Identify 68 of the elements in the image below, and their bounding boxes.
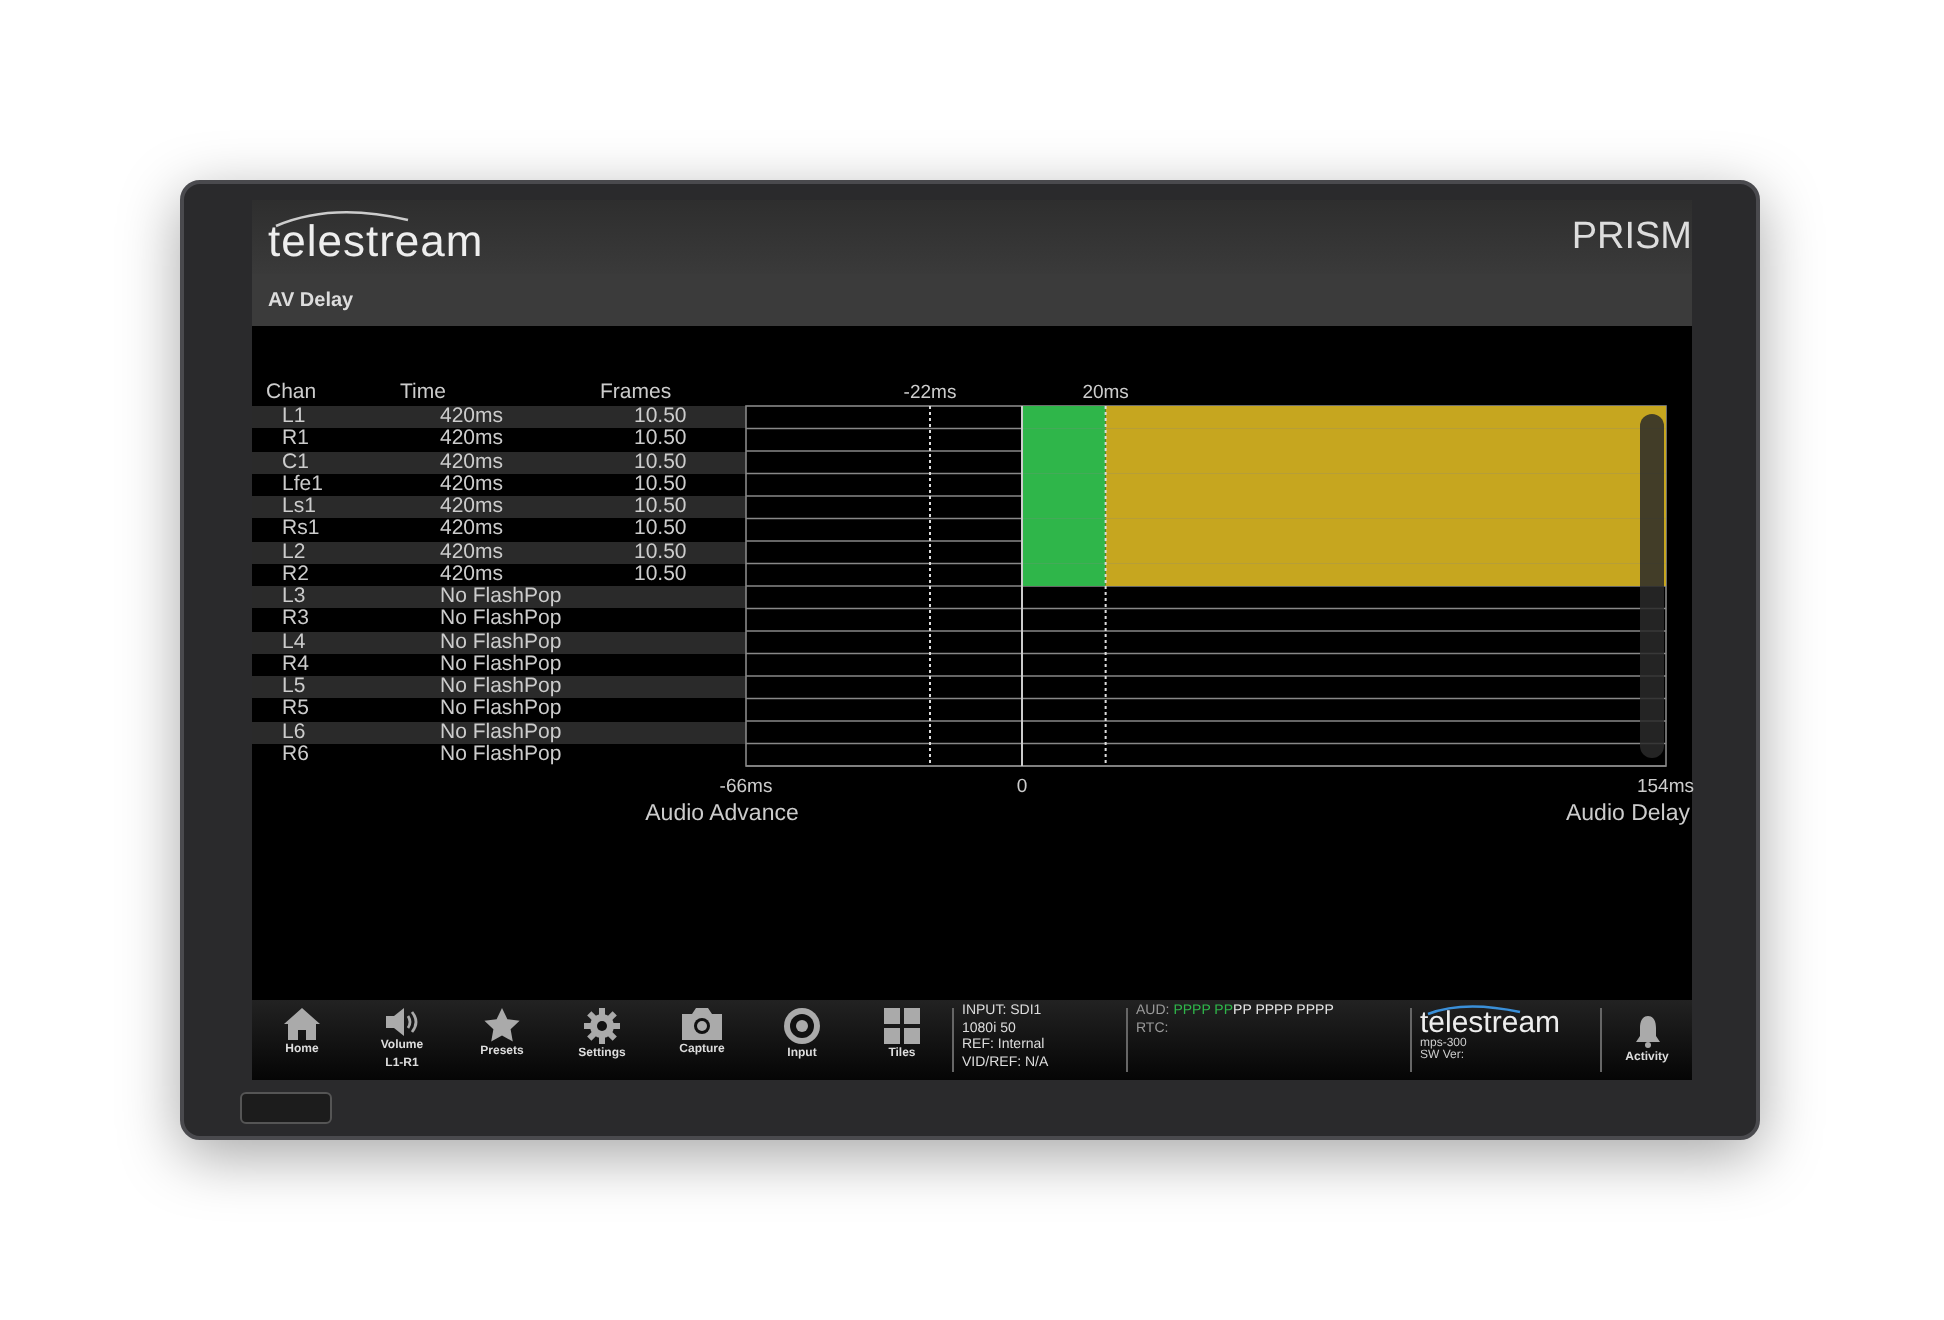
frames-value: 10.50 [634, 518, 689, 541]
channel-name: L2 [282, 541, 308, 564]
time-value: 420ms [440, 428, 506, 451]
frames-value: 10.50 [634, 428, 689, 451]
time-value: 420ms [440, 451, 506, 474]
channel-name: R2 [282, 563, 311, 586]
time-value: No FlashPop [440, 653, 564, 676]
channel-name: R4 [282, 653, 311, 676]
channel-name: L3 [282, 586, 308, 609]
in-tolerance-bar [1022, 541, 1106, 564]
panel-title: AV Delay [268, 289, 354, 311]
axis-tick-label: 154ms [1636, 776, 1694, 798]
channel-name: R3 [282, 608, 311, 631]
channel-name: Rs1 [282, 518, 322, 541]
time-value: 420ms [440, 473, 506, 496]
time-value: 420ms [440, 518, 506, 541]
axis-title: Audio Advance [645, 802, 799, 826]
frames-value: 10.50 [634, 563, 689, 586]
channel-name: R5 [282, 698, 311, 721]
star-icon [484, 1008, 520, 1042]
channel-name: L5 [282, 676, 308, 699]
time-value: No FlashPop [440, 631, 564, 653]
time-value: 420ms [440, 496, 506, 519]
scrollbar[interactable] [1640, 414, 1664, 758]
axis-title: Audio Delay [1565, 802, 1690, 826]
channel-name: R1 [282, 428, 311, 451]
time-value: 420ms [440, 406, 506, 429]
frames-value: 10.50 [634, 473, 689, 496]
column-header: Frames [600, 379, 674, 403]
time-value: No FlashPop [440, 698, 564, 721]
frames-value: 10.50 [634, 406, 689, 429]
channel-name: L4 [282, 631, 308, 654]
bell-icon [1633, 1016, 1661, 1048]
axis-tick-label: 0 [1016, 776, 1028, 798]
camera-icon [682, 1008, 722, 1040]
channel-name: C1 [282, 451, 311, 474]
speaker-icon [384, 1008, 420, 1036]
brand-logo: telestream [1420, 1004, 1563, 1038]
gear-icon [584, 1008, 620, 1044]
time-value: 420ms [440, 563, 506, 586]
frames-value: 10.50 [634, 451, 689, 474]
home-icon [284, 1008, 320, 1040]
in-tolerance-bar [1022, 406, 1106, 429]
column-header: Chan [266, 379, 319, 403]
target-icon [784, 1008, 820, 1044]
frames-value: 10.50 [634, 496, 689, 519]
channel-name: L6 [282, 721, 308, 744]
brand-logo: telestream [268, 207, 484, 267]
marker-label: -22ms [903, 382, 957, 404]
channel-name: R6 [282, 743, 311, 766]
time-value: No FlashPop [440, 586, 564, 609]
time-value: No FlashPop [440, 676, 564, 699]
in-tolerance-bar [1022, 451, 1106, 474]
column-header: Time [400, 379, 448, 403]
frames-value: 10.50 [634, 541, 689, 564]
channel-name: Ls1 [282, 496, 318, 519]
time-value: No FlashPop [440, 721, 564, 743]
time-value: 420ms [440, 541, 506, 564]
time-value: No FlashPop [440, 608, 564, 631]
time-value: No FlashPop [440, 743, 564, 766]
tiles-icon [884, 1008, 920, 1044]
marker-label: 20ms [1082, 382, 1129, 404]
axis-tick-label: -66ms [719, 776, 773, 798]
channel-name: Lfe1 [282, 473, 325, 496]
product-name: PRISM [1571, 215, 1692, 259]
channel-name: L1 [282, 406, 308, 429]
in-tolerance-bar [1022, 496, 1106, 519]
hardware-button[interactable] [240, 1092, 332, 1124]
